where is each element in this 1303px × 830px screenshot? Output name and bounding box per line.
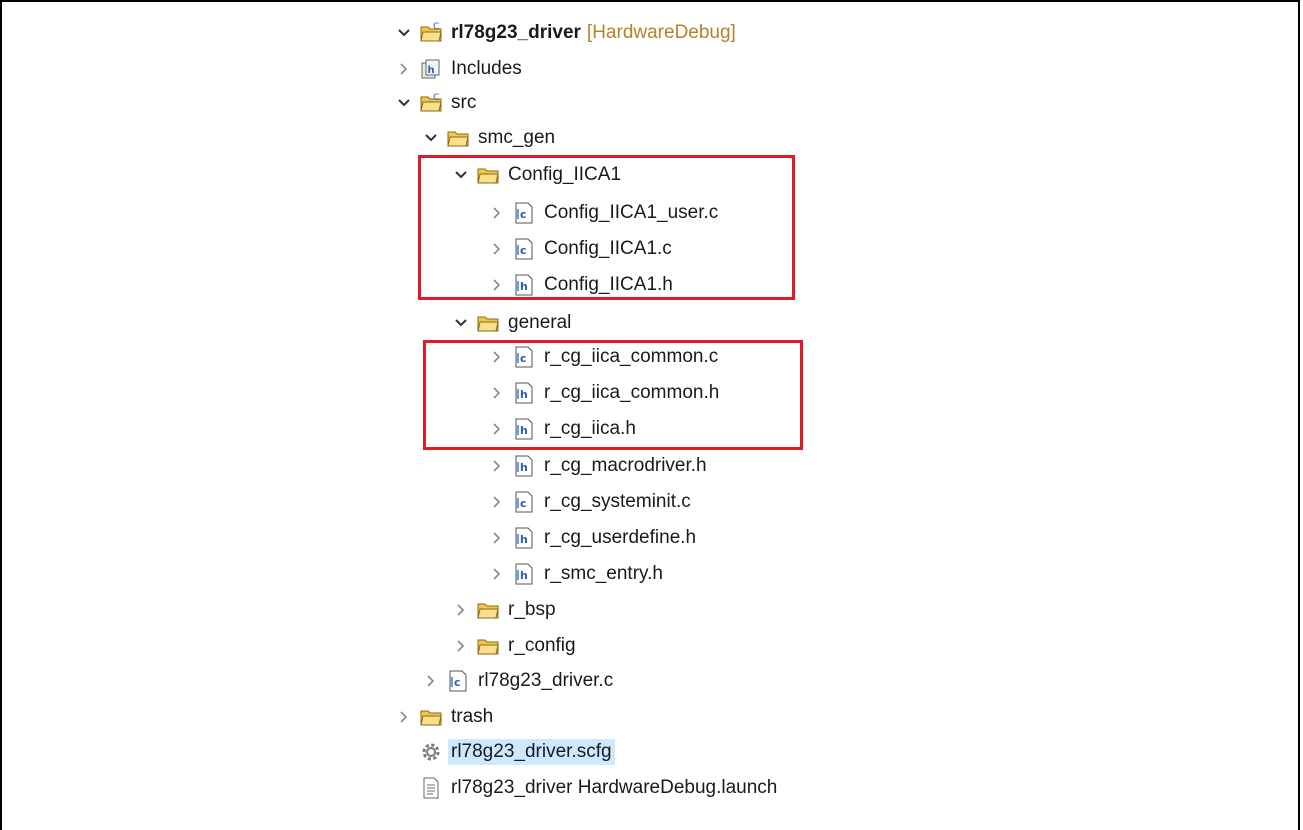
folder-open-icon bbox=[476, 311, 500, 335]
chevron-right-icon[interactable] bbox=[420, 664, 442, 698]
tree-item-label: src bbox=[451, 92, 477, 113]
chevron-right-icon[interactable] bbox=[393, 700, 415, 734]
tree-item-includes[interactable]: h Includes bbox=[393, 52, 522, 86]
gear-icon bbox=[419, 740, 443, 764]
tree-item-project[interactable]: C rl78g23_driver [HardwareDebug] bbox=[393, 16, 736, 50]
tree-item-label: rl78g23_driver HardwareDebug.launch bbox=[451, 777, 778, 798]
project-name: rl78g23_driver bbox=[451, 22, 581, 43]
folder-open-icon bbox=[446, 126, 470, 150]
tree-item-trash[interactable]: trash bbox=[393, 700, 493, 734]
tree-item-scfg[interactable]: rl78g23_driver.scfg bbox=[419, 735, 615, 769]
chevron-down-icon[interactable] bbox=[420, 121, 442, 155]
includes-icon: h bbox=[419, 57, 443, 81]
project-config: [HardwareDebug] bbox=[586, 22, 736, 43]
svg-text:C: C bbox=[433, 22, 439, 32]
svg-text:h: h bbox=[520, 533, 528, 546]
tree-item-label: rl78g23_driver.c bbox=[478, 670, 614, 691]
tree-item-label: r_bsp bbox=[508, 599, 556, 620]
tree-item-label: Includes bbox=[451, 58, 522, 79]
tree-item-main-c[interactable]: c rl78g23_driver.c bbox=[420, 664, 613, 698]
tree-item-file[interactable]: h r_cg_userdefine.h bbox=[486, 521, 696, 555]
tree-item-src[interactable]: C src bbox=[393, 86, 476, 120]
chevron-right-icon[interactable] bbox=[486, 449, 508, 483]
tree-item-r-config[interactable]: r_config bbox=[450, 629, 576, 663]
tree-item-file[interactable]: h r_cg_macrodriver.h bbox=[486, 449, 707, 483]
folder-icon bbox=[476, 598, 500, 622]
chevron-right-icon[interactable] bbox=[393, 52, 415, 86]
tree-item-label: trash bbox=[451, 706, 494, 727]
chevron-down-icon[interactable] bbox=[393, 16, 415, 50]
chevron-right-icon[interactable] bbox=[450, 629, 472, 663]
highlight-box-config-iica1 bbox=[418, 155, 795, 300]
source-folder-icon: C bbox=[419, 91, 443, 115]
chevron-down-icon[interactable] bbox=[393, 86, 415, 120]
h-file-icon: h bbox=[512, 562, 536, 586]
svg-text:h: h bbox=[520, 569, 528, 582]
h-file-icon: h bbox=[512, 454, 536, 478]
tree-item-label: r_cg_systeminit.c bbox=[544, 491, 691, 512]
svg-text:C: C bbox=[433, 93, 439, 103]
tree-item-file[interactable]: c r_cg_systeminit.c bbox=[486, 485, 691, 519]
svg-text:c: c bbox=[454, 676, 461, 689]
chevron-right-icon[interactable] bbox=[450, 593, 472, 627]
highlight-box-iica-common bbox=[423, 340, 803, 450]
tree-item-r-bsp[interactable]: r_bsp bbox=[450, 593, 556, 627]
tree-item-label: rl78g23_driver.scfg bbox=[448, 739, 615, 765]
h-file-icon: h bbox=[512, 526, 536, 550]
chevron-down-icon[interactable] bbox=[450, 306, 472, 340]
folder-icon bbox=[476, 634, 500, 658]
svg-text:c: c bbox=[520, 497, 527, 510]
svg-text:h: h bbox=[428, 65, 435, 76]
tree-item-label: smc_gen bbox=[478, 127, 556, 148]
tree-item-file[interactable]: h r_smc_entry.h bbox=[486, 557, 663, 591]
tree-item-label: r_config bbox=[508, 635, 576, 656]
c-file-icon: c bbox=[446, 669, 470, 693]
tree-item-label: r_cg_userdefine.h bbox=[544, 527, 697, 548]
document-icon bbox=[419, 776, 443, 800]
tree-item-label: general bbox=[508, 312, 572, 333]
chevron-right-icon[interactable] bbox=[486, 521, 508, 555]
chevron-right-icon[interactable] bbox=[486, 557, 508, 591]
tree-item-label: r_cg_macrodriver.h bbox=[544, 455, 707, 476]
tree-item-smc-gen[interactable]: smc_gen bbox=[420, 121, 555, 155]
c-project-icon: C bbox=[419, 21, 443, 45]
svg-text:h: h bbox=[520, 461, 528, 474]
folder-icon bbox=[419, 705, 443, 729]
chevron-right-icon[interactable] bbox=[486, 485, 508, 519]
c-file-icon: c bbox=[512, 490, 536, 514]
tree-item-general[interactable]: general bbox=[450, 306, 571, 340]
tree-item-launch[interactable]: rl78g23_driver HardwareDebug.launch bbox=[419, 771, 777, 805]
tree-item-label: r_smc_entry.h bbox=[544, 563, 663, 584]
